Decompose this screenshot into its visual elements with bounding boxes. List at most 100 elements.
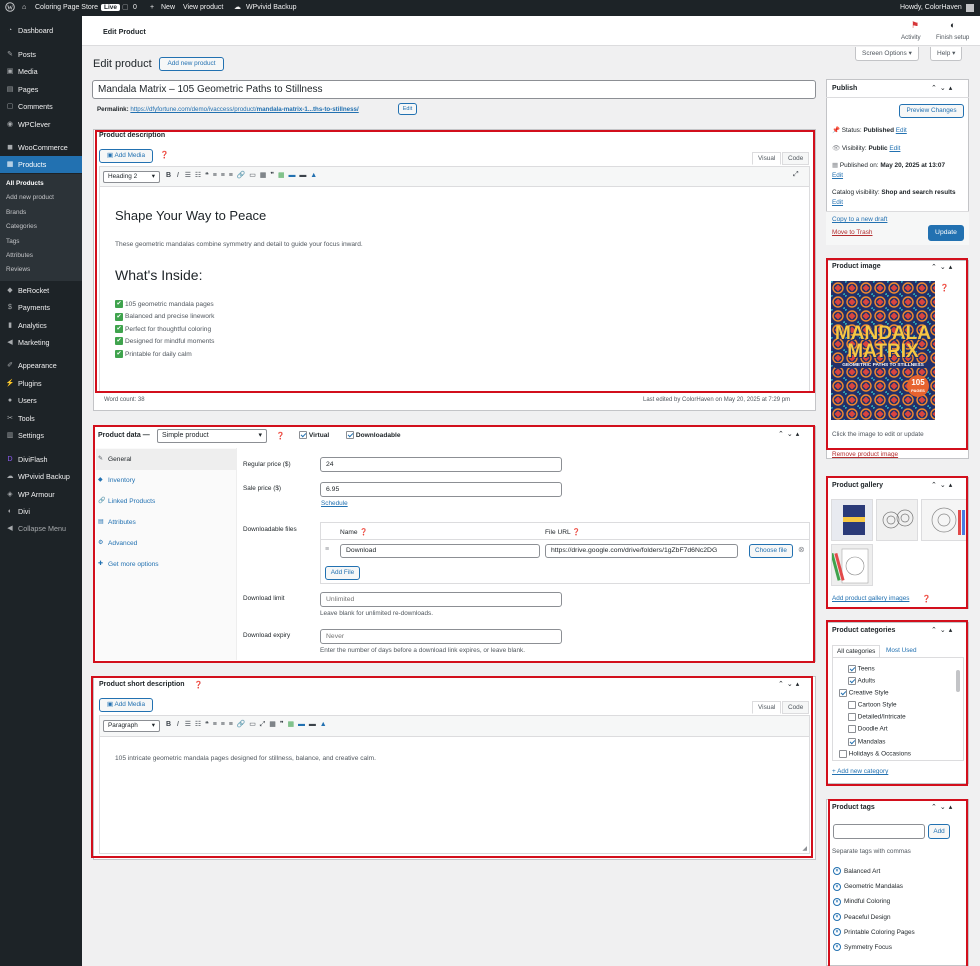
page-heading: Edit product xyxy=(93,58,152,70)
sidebar-item-divi[interactable]: ◐ Divi xyxy=(0,503,82,520)
highlight-gallery xyxy=(826,476,968,609)
edit-catalog-link[interactable]: Edit xyxy=(832,199,843,206)
comment-icon: ▢ xyxy=(6,103,14,110)
sidebar-item-marketing[interactable]: ◀ Marketing xyxy=(0,334,82,351)
edit-date-link[interactable]: Edit xyxy=(832,172,843,179)
published-on-row: ▦ Published on: May 20, 2025 at 13:07 xyxy=(832,162,946,169)
brush-icon: ✐ xyxy=(7,362,13,369)
sidebar-item-wpclever[interactable]: ◉ WPClever xyxy=(0,116,82,133)
home-icon: ⌂ xyxy=(22,4,27,11)
sidebar-item-collapse[interactable]: ◀ Collapse Menu xyxy=(0,520,82,537)
visibility-row: 👁 Visibility: Public Edit xyxy=(832,145,901,152)
finish-setup-button[interactable]: Finish setup xyxy=(936,34,969,41)
megaphone-icon: ◀ xyxy=(7,339,13,346)
user-icon: ● xyxy=(7,397,13,404)
plugin-icon: ◉ xyxy=(6,121,14,128)
submenu-brands[interactable]: Brands xyxy=(6,209,26,216)
status-row: 📌 Status: Published Edit xyxy=(832,127,907,134)
highlight-categories xyxy=(826,620,968,786)
sidebar-item-dashboard[interactable]: ◔ Dashboard xyxy=(0,22,82,39)
sidebar-item-analytics[interactable]: ▮ Analytics xyxy=(0,317,82,334)
calendar-icon: ▦ xyxy=(832,162,839,169)
copy-to-draft-link[interactable]: Copy to a new draft xyxy=(832,216,887,223)
edit-status-link[interactable]: Edit xyxy=(896,127,907,134)
new-content-link[interactable]: New xyxy=(161,0,175,16)
edit-visibility-link[interactable]: Edit xyxy=(889,145,900,152)
plugin-icon: D xyxy=(7,456,13,463)
backup-icon: ☁ xyxy=(234,4,241,11)
move-to-trash-link[interactable]: Move to Trash xyxy=(832,229,873,236)
sidebar-item-woocommerce[interactable]: ◼ WooCommerce xyxy=(0,139,82,156)
permalink-row: Permalink: https://dfyfortune.com/demo/i… xyxy=(97,106,359,113)
site-name-link[interactable]: Coloring Page Store xyxy=(35,0,98,16)
submenu-all-products[interactable]: All Products xyxy=(6,180,44,187)
howdy-user[interactable]: Howdy, ColorHaven xyxy=(900,0,962,16)
woo-icon: ◼ xyxy=(7,144,13,151)
backup-icon: ☁ xyxy=(6,473,14,480)
wrench-icon: ✂ xyxy=(7,415,13,422)
shield-icon: ◈ xyxy=(7,491,13,498)
plug-icon: ⚡ xyxy=(5,380,15,387)
live-badge: Live xyxy=(101,4,121,11)
sidebar-item-berocket[interactable]: ◆ BeRocket xyxy=(0,282,82,299)
wordpress-icon[interactable]: W xyxy=(5,0,15,16)
woo-header: Edit Product ⚑ Activity ◐ Finish setup xyxy=(82,16,980,46)
page-title: Edit Product xyxy=(103,27,146,36)
permalink-label: Permalink: xyxy=(97,106,129,113)
finish-setup-icon: ◐ xyxy=(950,20,956,30)
sidebar-item-wp-armour[interactable]: ◈ WP Armour xyxy=(0,486,82,503)
admin-bar: W ⌂ Coloring Page Store Live ▢ 0 + New V… xyxy=(0,0,980,16)
wpvivid-backup-link[interactable]: WPvivid Backup xyxy=(246,0,297,16)
remove-product-image-link[interactable]: Remove product image xyxy=(832,451,898,458)
sidebar-item-plugins[interactable]: ⚡ Plugins xyxy=(0,375,82,392)
pin-icon: ✎ xyxy=(7,51,13,58)
submenu-reviews[interactable]: Reviews xyxy=(6,266,30,273)
comments-count[interactable]: 0 xyxy=(133,0,137,16)
submenu-categories[interactable]: Categories xyxy=(6,223,37,230)
sidebar-item-posts[interactable]: ✎ Posts xyxy=(0,46,82,63)
sidebar-item-tools[interactable]: ✂ Tools xyxy=(0,410,82,427)
submenu-tags[interactable]: Tags xyxy=(6,238,20,245)
products-submenu: All Products Add new product Brands Cate… xyxy=(0,174,82,281)
product-title-input[interactable]: Mandala Matrix – 105 Geometric Paths to … xyxy=(92,80,816,99)
divi-icon: ◐ xyxy=(7,508,13,515)
avatar[interactable] xyxy=(966,4,974,12)
view-product-link[interactable]: View product xyxy=(183,0,223,16)
sidebar-item-media[interactable]: ▣ Media xyxy=(0,63,82,80)
sidebar-item-pages[interactable]: ▤ Pages xyxy=(0,81,82,98)
sidebar-item-users[interactable]: ● Users xyxy=(0,392,82,409)
sidebar-item-diviflash[interactable]: D DiviFlash xyxy=(0,451,82,468)
submenu-add-new-product[interactable]: Add new product xyxy=(6,194,54,201)
dashboard-icon: ◔ xyxy=(7,27,13,34)
plus-icon: + xyxy=(150,4,155,11)
settings-icon: ▥ xyxy=(6,432,14,439)
catalog-visibility-row: Catalog visibility: Shop and search resu… xyxy=(832,189,956,206)
comment-icon[interactable]: ▢ xyxy=(122,0,129,16)
products-icon: ▦ xyxy=(6,161,14,168)
highlight-description xyxy=(95,130,815,393)
publish-title: Publish xyxy=(832,85,858,92)
submenu-attributes[interactable]: Attributes xyxy=(6,252,33,259)
sidebar-item-comments[interactable]: ▢ Comments xyxy=(0,98,82,115)
plugin-icon: ◆ xyxy=(7,287,13,294)
screen-options-button[interactable]: Screen Options ▾ xyxy=(855,47,919,61)
sidebar-item-appearance[interactable]: ✐ Appearance xyxy=(0,357,82,374)
sidebar-item-products[interactable]: ▦ Products xyxy=(0,156,82,173)
permalink-slug[interactable]: mandala-matrix-1...ths-to-stillness/ xyxy=(257,106,359,113)
update-button[interactable]: Update xyxy=(928,225,964,241)
permalink-base[interactable]: https://dfyfortune.com/demo/ivaccess/pro… xyxy=(130,106,256,113)
help-button[interactable]: Help ▾ xyxy=(930,47,963,61)
highlight-product-data xyxy=(93,425,815,663)
box-controls[interactable]: ⌃⌄▴ xyxy=(931,84,955,92)
eye-icon: 👁 xyxy=(832,145,841,152)
add-new-product-button[interactable]: Add new product xyxy=(159,57,224,71)
collapse-icon: ◀ xyxy=(7,525,13,532)
highlight-product-image xyxy=(826,258,968,450)
activity-button[interactable]: Activity xyxy=(901,34,921,41)
sidebar-item-wpvivid-backup[interactable]: ☁ WPvivid Backup xyxy=(0,468,82,485)
sidebar-item-payments[interactable]: $ Payments xyxy=(0,299,82,316)
sidebar-item-settings[interactable]: ▥ Settings xyxy=(0,427,82,444)
preview-changes-button[interactable]: Preview Changes xyxy=(899,104,964,118)
page-icon: ▤ xyxy=(6,86,14,93)
permalink-edit-button[interactable]: Edit xyxy=(398,103,417,115)
